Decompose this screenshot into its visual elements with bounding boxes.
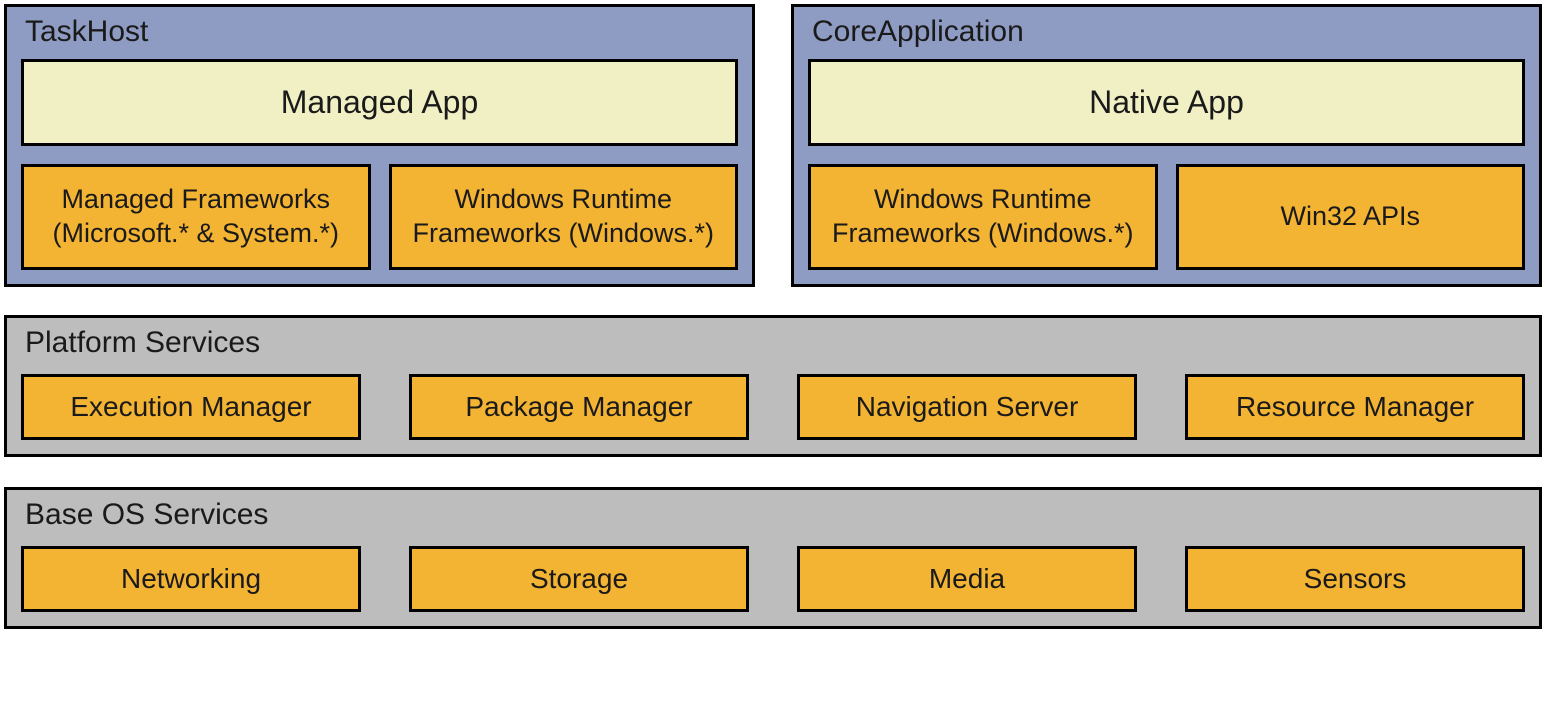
platform-services-container: Platform Services Execution Manager Pack… — [4, 315, 1542, 457]
top-row: TaskHost Managed App Managed Frameworks … — [4, 4, 1542, 287]
execution-manager-box: Execution Manager — [21, 374, 361, 440]
coreapp-framework-row: Windows Runtime Frameworks (Windows.*) W… — [808, 164, 1525, 270]
networking-box: Networking — [21, 546, 361, 612]
win32-apis-box: Win32 APIs — [1176, 164, 1526, 270]
taskhost-container: TaskHost Managed App Managed Frameworks … — [4, 4, 755, 287]
managed-frameworks-box: Managed Frameworks (Microsoft.* & System… — [21, 164, 371, 270]
platform-services-title: Platform Services — [25, 326, 1525, 360]
coreapplication-container: CoreApplication Native App Windows Runti… — [791, 4, 1542, 287]
base-os-services-row: Networking Storage Media Sensors — [21, 546, 1525, 612]
storage-box: Storage — [409, 546, 749, 612]
managed-app-box: Managed App — [21, 59, 738, 146]
winrt-frameworks-box-left: Windows Runtime Frameworks (Windows.*) — [389, 164, 739, 270]
native-app-box: Native App — [808, 59, 1525, 146]
taskhost-title: TaskHost — [25, 15, 738, 49]
base-os-services-container: Base OS Services Networking Storage Medi… — [4, 487, 1542, 629]
coreapplication-title: CoreApplication — [812, 15, 1525, 49]
base-os-services-title: Base OS Services — [25, 498, 1525, 532]
media-box: Media — [797, 546, 1137, 612]
platform-services-row: Execution Manager Package Manager Naviga… — [21, 374, 1525, 440]
navigation-server-box: Navigation Server — [797, 374, 1137, 440]
winrt-frameworks-box-right: Windows Runtime Frameworks (Windows.*) — [808, 164, 1158, 270]
package-manager-box: Package Manager — [409, 374, 749, 440]
resource-manager-box: Resource Manager — [1185, 374, 1525, 440]
taskhost-framework-row: Managed Frameworks (Microsoft.* & System… — [21, 164, 738, 270]
sensors-box: Sensors — [1185, 546, 1525, 612]
